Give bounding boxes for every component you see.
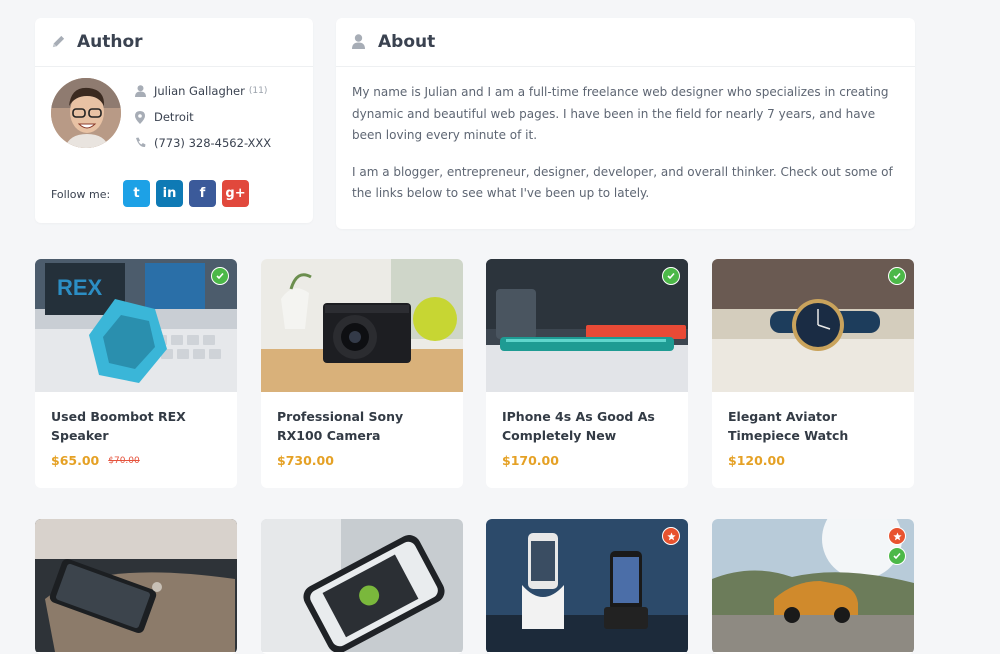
check-icon — [888, 267, 906, 285]
star-icon — [662, 527, 680, 545]
product-price: $65.00 — [51, 453, 100, 468]
author-card-header: Author — [35, 18, 313, 67]
product-image[interactable] — [261, 519, 463, 652]
product-image[interactable] — [35, 519, 237, 652]
product-image[interactable] — [486, 259, 688, 392]
product-image[interactable] — [712, 519, 914, 652]
product-prices: $65.00 $70.00 — [51, 453, 221, 468]
product-image[interactable] — [261, 259, 463, 392]
avatar[interactable] — [51, 78, 121, 148]
twitter-icon: t — [133, 186, 140, 201]
linkedin-button[interactable]: in — [156, 180, 183, 207]
product-prices: $730.00 — [277, 453, 447, 468]
author-phone-row: (773) 328-4562-XXX — [135, 136, 271, 150]
facebook-button[interactable]: f — [189, 180, 216, 207]
svg-text:REX: REX — [57, 275, 103, 300]
author-item-count: (11) — [248, 86, 268, 96]
about-paragraph: I am a blogger, entrepreneur, designer, … — [352, 164, 893, 201]
about-title: About — [378, 32, 436, 52]
google-plus-icon: g+ — [225, 186, 246, 201]
product-prices: $170.00 — [502, 453, 672, 468]
author-title: Author — [77, 32, 143, 52]
author-location: Detroit — [154, 110, 194, 124]
product-name[interactable]: Professional Sony RX100 Camera — [277, 408, 447, 445]
twitter-button[interactable]: t — [123, 180, 150, 207]
product-price: $730.00 — [277, 453, 334, 468]
about-text: My name is Julian and I am a full-time f… — [352, 82, 900, 220]
product-card[interactable]: Professional Sony RX100 Camera $730.00 — [261, 259, 463, 488]
user-icon — [352, 34, 368, 50]
check-icon — [888, 547, 906, 565]
author-name[interactable]: Julian Gallagher — [154, 84, 245, 98]
product-prices: $120.00 — [728, 453, 898, 468]
about-card-header: About — [336, 18, 915, 67]
product-card[interactable] — [261, 519, 463, 654]
facebook-icon: f — [199, 186, 206, 201]
google-plus-button[interactable]: g+ — [222, 180, 249, 207]
product-price: $120.00 — [728, 453, 785, 468]
social-links: t in f g+ — [123, 180, 249, 207]
product-image[interactable] — [486, 519, 688, 652]
product-name[interactable]: Elegant Aviator Timepiece Watch — [728, 408, 898, 445]
linkedin-icon: in — [162, 186, 177, 201]
phone-icon — [135, 137, 147, 149]
product-card[interactable] — [712, 519, 914, 654]
product-card[interactable] — [486, 519, 688, 654]
product-image[interactable] — [712, 259, 914, 392]
star-icon — [888, 527, 906, 545]
product-card[interactable]: Elegant Aviator Timepiece Watch $120.00 — [712, 259, 914, 488]
product-card[interactable] — [35, 519, 237, 654]
product-old-price: $70.00 — [108, 455, 140, 466]
user-icon — [135, 85, 147, 97]
pencil-icon — [51, 34, 67, 50]
product-card[interactable]: REX Used Boombot REX Speaker $65.00 $70.… — [35, 259, 237, 488]
product-image[interactable]: REX — [35, 259, 237, 392]
product-card[interactable]: IPhone 4s As Good As Completely New $170… — [486, 259, 688, 488]
about-card: About My name is Julian and I am a full-… — [336, 18, 915, 229]
author-phone: (773) 328-4562-XXX — [154, 136, 272, 150]
follow-label: Follow me: — [51, 188, 111, 201]
check-icon — [662, 267, 680, 285]
map-marker-icon — [135, 111, 147, 124]
author-location-row: Detroit — [135, 110, 194, 124]
product-name[interactable]: Used Boombot REX Speaker — [51, 408, 221, 445]
check-icon — [211, 267, 229, 285]
author-card: Author Julian Gallagher (11) Detroit (77… — [35, 18, 313, 223]
product-name[interactable]: IPhone 4s As Good As Completely New — [502, 408, 672, 445]
author-name-row: Julian Gallagher (11) — [135, 84, 267, 98]
product-price: $170.00 — [502, 453, 559, 468]
about-paragraph: My name is Julian and I am a full-time f… — [352, 85, 889, 142]
